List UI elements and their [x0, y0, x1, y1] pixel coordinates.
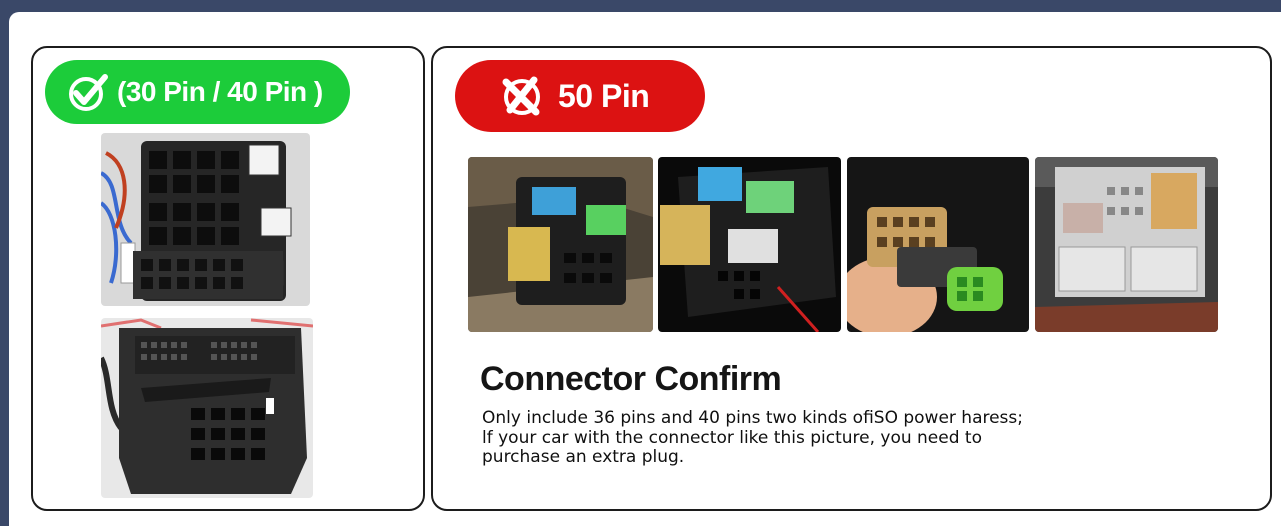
- connector-photo-2: [658, 157, 841, 332]
- incompatible-pin-badge: 50 Pin: [455, 60, 705, 132]
- compatible-pin-badge: (30 Pin / 40 Pin ): [45, 60, 350, 124]
- connector-photo-3: [847, 157, 1029, 332]
- check-icon: [67, 71, 109, 113]
- description-line: Only include 36 pins and 40 pins two kin…: [482, 408, 1024, 428]
- iso-connector-36pin-photo: [101, 133, 310, 306]
- quadlock-connector-40pin-photo: [101, 318, 313, 498]
- description-line: purchase an extra plug.: [482, 447, 685, 467]
- incompatible-pin-label: 50 Pin: [558, 77, 650, 114]
- connector-confirm-description: Only include 36 pins and 40 pins two kin…: [482, 408, 1142, 468]
- description-line: lf your car with the connector like this…: [482, 427, 982, 448]
- connector-confirm-title: Connector Confirm: [480, 360, 782, 398]
- compatible-pin-label: (30 Pin / 40 Pin ): [117, 76, 323, 107]
- cross-icon: [500, 74, 544, 118]
- connector-photo-4: [1035, 157, 1218, 332]
- connector-photo-1: [468, 157, 653, 332]
